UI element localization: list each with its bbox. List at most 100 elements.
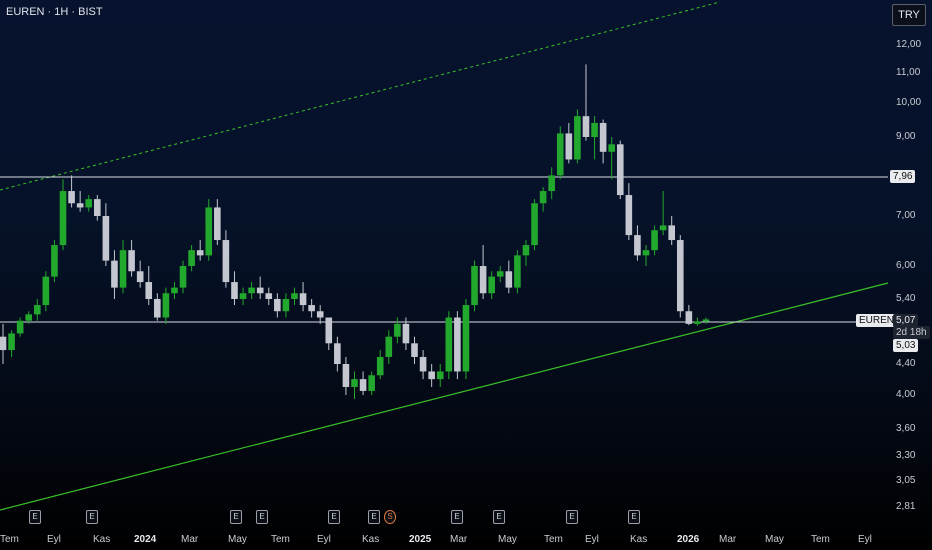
candle-body bbox=[8, 333, 15, 351]
candle-body bbox=[342, 364, 350, 387]
candle-body bbox=[85, 199, 93, 208]
last-price-countdown: 2d 18h bbox=[893, 326, 930, 339]
candle-body bbox=[659, 225, 667, 231]
earnings-event-marker[interactable]: E bbox=[256, 510, 268, 524]
candle-body bbox=[376, 356, 384, 376]
candle-body bbox=[111, 260, 118, 288]
candle-body bbox=[51, 245, 58, 277]
candle-body bbox=[351, 379, 358, 387]
time-tick: Eyl bbox=[858, 534, 872, 545]
candle-body bbox=[265, 293, 273, 299]
candle-body bbox=[33, 305, 41, 315]
candle-body bbox=[102, 216, 110, 261]
candle-body bbox=[505, 271, 513, 288]
candle-body bbox=[616, 144, 624, 196]
candle-body bbox=[428, 371, 435, 380]
candle-body bbox=[136, 271, 144, 283]
candle-body bbox=[565, 133, 573, 160]
candle-body bbox=[25, 314, 33, 321]
candle-body bbox=[411, 343, 418, 357]
price-tick: 5,40 bbox=[896, 293, 916, 304]
earnings-event-marker[interactable]: E bbox=[230, 510, 242, 524]
candle-body bbox=[205, 207, 213, 256]
candle-body bbox=[599, 122, 607, 152]
candle-body bbox=[308, 305, 315, 312]
candle-body bbox=[651, 230, 658, 251]
candles-layer bbox=[0, 64, 710, 400]
candle-body bbox=[436, 371, 444, 380]
candle-body bbox=[299, 293, 307, 306]
candle-body bbox=[119, 250, 127, 288]
candle-body bbox=[685, 311, 693, 324]
candle-body bbox=[394, 323, 401, 337]
time-tick: Mar bbox=[450, 534, 468, 545]
price-chart[interactable] bbox=[0, 0, 932, 550]
candle-body bbox=[608, 144, 615, 152]
candle-body bbox=[496, 271, 504, 277]
price-tick: 4,00 bbox=[896, 389, 916, 400]
candle-body bbox=[154, 299, 161, 318]
candle-body bbox=[385, 336, 393, 357]
candle-body bbox=[128, 250, 135, 272]
price-tick: 4,40 bbox=[896, 358, 916, 369]
candle-body bbox=[248, 287, 255, 294]
horizontal-levels bbox=[0, 176, 888, 323]
earnings-event-marker[interactable]: E bbox=[86, 510, 98, 524]
earnings-event-marker[interactable]: E bbox=[29, 510, 41, 524]
candle-body bbox=[145, 282, 153, 299]
time-tick: Kas bbox=[362, 534, 380, 545]
candle-body bbox=[76, 203, 84, 208]
chart-root: EUREN · 1H · BIST TRY 12,00 11,00 10,00 9,0… bbox=[0, 0, 932, 550]
candle-body bbox=[702, 319, 710, 322]
candle-body bbox=[668, 225, 676, 241]
candle-body bbox=[334, 343, 341, 364]
price-tick: 11,00 bbox=[896, 67, 921, 78]
currency-selector[interactable]: TRY bbox=[892, 4, 926, 26]
time-tick: Kas bbox=[93, 534, 111, 545]
time-tick: May bbox=[498, 534, 517, 545]
time-tick: 2024 bbox=[134, 534, 157, 545]
earnings-event-marker[interactable]: E bbox=[368, 510, 380, 524]
candle-body bbox=[59, 191, 67, 246]
candle-body bbox=[479, 266, 487, 294]
price-tick: 7,00 bbox=[896, 210, 916, 221]
price-tick: 6,00 bbox=[896, 260, 916, 271]
candle-body bbox=[582, 116, 590, 137]
candle-body bbox=[531, 203, 538, 246]
earnings-event-marker[interactable]: E bbox=[566, 510, 578, 524]
candle-body bbox=[514, 255, 521, 288]
split-event-marker[interactable]: S bbox=[384, 510, 396, 524]
earnings-event-marker[interactable]: E bbox=[628, 510, 640, 524]
time-tick: May bbox=[228, 534, 247, 545]
candle-body bbox=[556, 133, 564, 176]
time-tick: Tem bbox=[811, 534, 830, 545]
candle-body bbox=[291, 293, 298, 299]
candle-body bbox=[316, 311, 324, 318]
candle-body bbox=[539, 191, 547, 204]
candle-body bbox=[488, 276, 495, 294]
candle-body bbox=[471, 266, 478, 306]
candle-body bbox=[282, 299, 290, 312]
earnings-event-marker[interactable]: E bbox=[493, 510, 505, 524]
time-tick: 2025 bbox=[409, 534, 432, 545]
candle-body bbox=[239, 293, 247, 299]
candle-body bbox=[42, 276, 50, 306]
candle-body bbox=[16, 320, 24, 334]
price-tick: 12,00 bbox=[896, 39, 922, 50]
time-tick: Tem bbox=[0, 534, 19, 545]
candle-body bbox=[445, 317, 453, 372]
time-tick: Eyl bbox=[585, 534, 599, 545]
candle-body bbox=[68, 191, 75, 204]
time-tick: Mar bbox=[181, 534, 199, 545]
earnings-event-marker[interactable]: E bbox=[328, 510, 340, 524]
candle-body bbox=[642, 250, 650, 256]
candle-body bbox=[162, 293, 170, 318]
time-tick: 2026 bbox=[677, 534, 700, 545]
earnings-event-marker[interactable]: E bbox=[451, 510, 463, 524]
candle-body bbox=[694, 321, 701, 324]
time-tick: Tem bbox=[544, 534, 563, 545]
candle-body bbox=[171, 287, 178, 294]
price-tick: 3,05 bbox=[896, 475, 916, 486]
candle-body bbox=[548, 175, 555, 192]
last-price-symbol: EUREN bbox=[856, 314, 898, 327]
